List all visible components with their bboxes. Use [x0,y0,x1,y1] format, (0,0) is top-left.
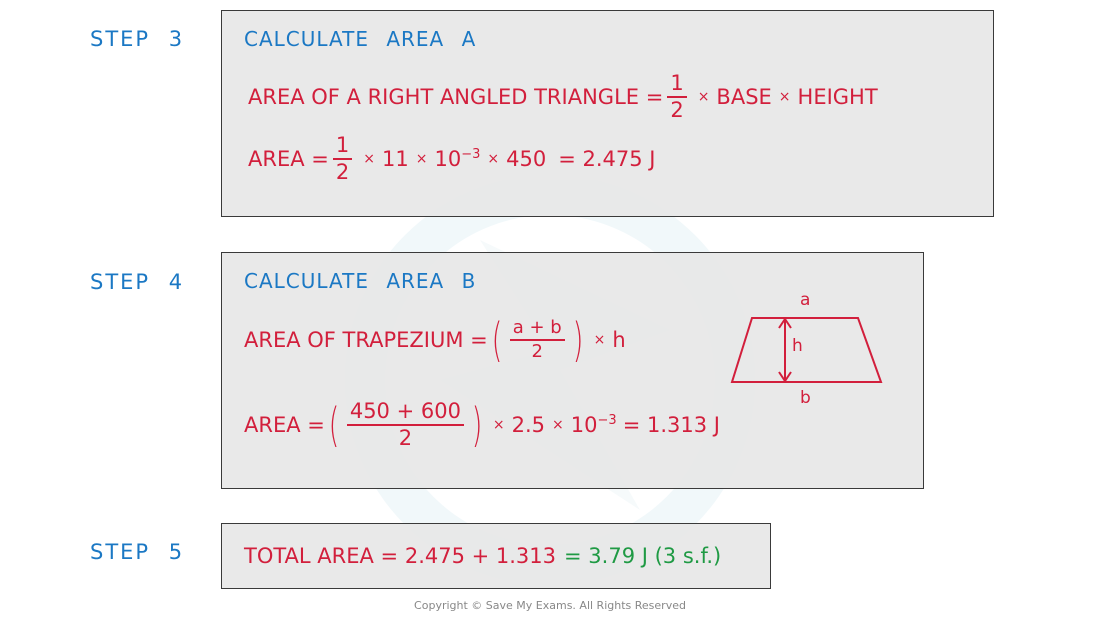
times-symbol: × [697,89,710,105]
height-term: HEIGHT [797,85,878,109]
power-exponent: −3 [597,413,617,428]
height-term: h [612,328,626,352]
sum-fraction: 450 + 600 2 [346,401,464,450]
total-area-expression: TOTAL AREA = 2.475 + 1.313 [244,544,557,568]
step-5-label: STEP 5 [90,540,185,564]
fraction-denominator: 2 [531,341,543,362]
step-3-label: STEP 3 [90,27,185,51]
right-paren: ) [572,313,584,367]
bottom-side-label: b [800,388,811,408]
step-5-box: TOTAL AREA = 2.475 + 1.313 = 3.79 J (3 s… [221,523,771,589]
step-4-heading: CALCULATE AREA B [244,269,477,293]
calc-lhs: AREA = [244,413,325,437]
power-base: 10 [570,413,598,437]
half-fraction: 1 2 [667,73,687,122]
fraction-denominator: 2 [398,426,413,450]
fraction-numerator: 1 [332,135,353,160]
power-of-ten: 10−3 [571,413,617,437]
area-a-result: = 2.475 J [558,147,656,171]
times-symbol: × [778,89,791,105]
top-side-label: a [800,290,811,310]
total-area-answer: = 3.79 J (3 s.f.) [564,544,722,568]
triangle-area-formula: AREA OF A RIGHT ANGLED TRIANGLE = 1 2 × … [248,73,878,121]
area-a-calculation: AREA = 1 2 × 11 × 10−3 × 450 = 2.475 J [248,135,655,183]
fraction-denominator: 2 [335,160,350,184]
fraction-denominator: 2 [670,98,684,122]
left-paren: ( [491,313,503,367]
half-fraction: 1 2 [332,135,353,184]
power-exponent: −3 [461,147,481,162]
calc-lhs: AREA = [248,147,329,171]
area-b-calculation: AREA = ( 450 + 600 2 ) × 2.5 × 10−3 = 1.… [244,401,720,449]
sum-fraction: a + b 2 [509,319,565,362]
fraction-numerator: 450 + 600 [346,401,464,426]
step-3-heading: CALCULATE AREA A [244,27,477,51]
base-term: BASE [716,85,772,109]
left-paren: ( [328,398,340,452]
times-symbol: × [363,151,375,167]
power-base: 10 [434,147,462,171]
formula-lhs: AREA OF TRAPEZIUM = [244,328,488,352]
formula-lhs: AREA OF A RIGHT ANGLED TRIANGLE = [248,85,664,109]
height-value: 450 [506,147,547,171]
times-symbol: × [552,417,564,433]
step-3-box: CALCULATE AREA A AREA OF A RIGHT ANGLED … [221,10,994,217]
times-symbol: × [487,151,500,167]
times-symbol: × [492,417,505,433]
area-b-result: = 1.313 J [622,413,720,437]
height-value: 2.5 [511,413,546,437]
times-symbol: × [415,151,428,167]
copyright-notice: Copyright © Save My Exams. All Rights Re… [414,599,686,612]
fraction-numerator: a + b [509,319,565,341]
height-label: h [792,336,803,356]
base-value: 11 [381,147,409,171]
power-of-ten: 10−3 [434,147,480,171]
times-symbol: × [593,332,606,348]
total-area-line: TOTAL AREA = 2.475 + 1.313 = 3.79 J (3 s… [244,544,721,568]
trapezium-area-formula: AREA OF TRAPEZIUM = ( a + b 2 ) × h [244,317,626,363]
step-4-label: STEP 4 [90,270,185,294]
fraction-numerator: 1 [667,73,687,98]
right-paren: ) [471,398,483,452]
